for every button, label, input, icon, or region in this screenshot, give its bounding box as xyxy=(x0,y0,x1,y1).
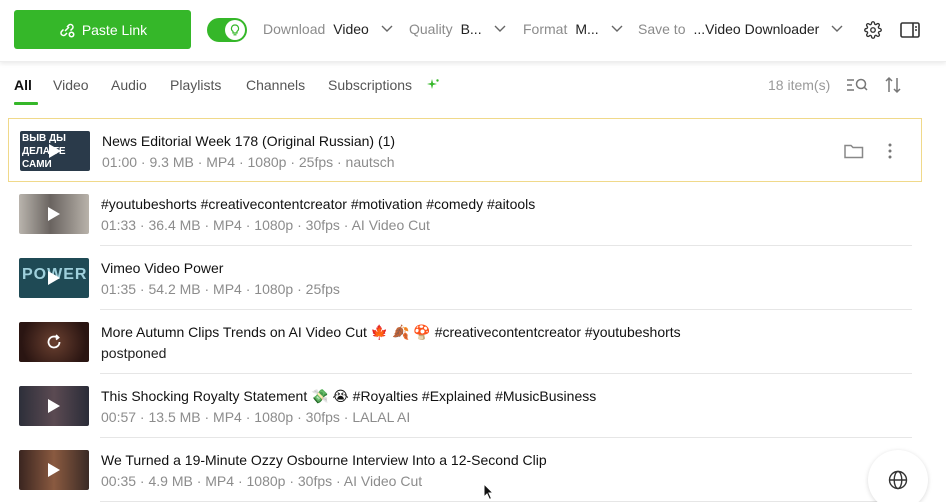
folder-icon[interactable] xyxy=(844,141,864,161)
item-meta: 01:00 · 9.3 MB · MP4 · 1080p · 25fps · n… xyxy=(102,154,395,170)
active-tab-indicator xyxy=(14,102,38,105)
tab-audio[interactable]: Audio xyxy=(111,77,147,93)
item-title: #youtubeshorts #creativecontentcreator #… xyxy=(101,196,536,212)
search-list-icon[interactable] xyxy=(846,75,868,95)
smart-mode-toggle[interactable] xyxy=(207,18,247,42)
tab-playlists[interactable]: Playlists xyxy=(170,77,221,93)
paste-link-button[interactable]: Paste Link xyxy=(14,10,191,49)
retry-icon xyxy=(47,334,61,349)
chevron-down-icon xyxy=(494,25,506,33)
lightbulb-icon xyxy=(225,20,245,40)
list-item[interactable]: We Turned a 19-Minute Ozzy Osbourne Inte… xyxy=(8,438,922,502)
format-value: M... xyxy=(575,21,599,37)
quality-dropdown[interactable]: Quality B... xyxy=(409,21,506,37)
play-icon xyxy=(48,207,60,221)
item-title: This Shocking Royalty Statement 💸 😭 #Roy… xyxy=(101,388,597,404)
sparkle-icon xyxy=(426,78,440,92)
video-thumbnail xyxy=(19,194,89,234)
item-title: More Autumn Clips Trends on AI Video Cut… xyxy=(101,324,681,340)
chevron-down-icon xyxy=(381,25,393,33)
download-value: Video xyxy=(333,21,369,37)
tab-subscriptions[interactable]: Subscriptions xyxy=(328,77,412,93)
list-item[interactable]: More Autumn Clips Trends on AI Video Cut… xyxy=(8,310,922,374)
format-dropdown[interactable]: Format M... xyxy=(523,21,623,37)
format-label: Format xyxy=(523,21,568,37)
save-to-dropdown[interactable]: Save to ...Video Downloader xyxy=(638,21,843,37)
tab-video[interactable]: Video xyxy=(53,77,89,93)
tab-channels[interactable]: Channels xyxy=(246,77,305,93)
more-options-icon[interactable] xyxy=(880,141,900,161)
save-to-value: ...Video Downloader xyxy=(693,21,820,37)
video-thumbnail: ВЫВ ДЫ ДЕЛА ТЕ САМИ xyxy=(20,131,90,171)
language-globe-button[interactable] xyxy=(868,450,928,502)
quality-value: B... xyxy=(460,21,482,37)
video-thumbnail xyxy=(19,322,89,362)
item-title: Vimeo Video Power xyxy=(101,260,224,276)
list-item[interactable]: POWER Vimeo Video Power 01:35 · 54.2 MB … xyxy=(8,246,922,310)
play-icon xyxy=(48,463,60,477)
list-item[interactable]: ВЫВ ДЫ ДЕЛА ТЕ САМИ News Editorial Week … xyxy=(8,118,922,182)
list-item[interactable]: #youtubeshorts #creativecontentcreator #… xyxy=(8,182,922,246)
play-icon xyxy=(48,399,60,413)
globe-icon xyxy=(888,470,908,490)
item-meta: 01:33 · 36.4 MB · MP4 · 1080p · 30fps · … xyxy=(101,217,430,233)
play-icon xyxy=(49,144,61,158)
category-tabs: All Video Audio Playlists Channels Subsc… xyxy=(0,62,946,108)
item-count: 18 item(s) xyxy=(768,77,831,93)
chevron-down-icon xyxy=(831,25,843,33)
item-title: News Editorial Week 178 (Original Russia… xyxy=(102,133,396,149)
mouse-cursor-icon xyxy=(483,483,495,501)
paste-link-label: Paste Link xyxy=(81,21,148,38)
item-status: postponed xyxy=(101,345,167,361)
quality-label: Quality xyxy=(409,21,453,37)
download-type-dropdown[interactable]: Download Video xyxy=(263,21,393,37)
sidebar-panel-icon[interactable] xyxy=(900,20,920,40)
link-plus-icon xyxy=(58,21,76,39)
video-thumbnail xyxy=(19,450,89,490)
item-meta: 00:35 · 4.9 MB · MP4 · 1080p · 30fps · A… xyxy=(101,473,423,489)
item-title: We Turned a 19-Minute Ozzy Osbourne Inte… xyxy=(101,452,547,468)
play-icon xyxy=(48,271,60,285)
video-thumbnail: POWER xyxy=(19,258,89,298)
toolbar: Paste Link Download Video Quality B... F… xyxy=(0,0,946,62)
chevron-down-icon xyxy=(611,25,623,33)
sort-icon[interactable] xyxy=(882,75,904,95)
list-item[interactable]: This Shocking Royalty Statement 💸 😭 #Roy… xyxy=(8,374,922,438)
item-meta: 01:35 · 54.2 MB · MP4 · 1080p · 25fps xyxy=(101,281,340,297)
download-label: Download xyxy=(263,21,326,37)
video-thumbnail xyxy=(19,386,89,426)
item-meta: 00:57 · 13.5 MB · MP4 · 1080p · 30fps · … xyxy=(101,409,411,425)
settings-gear-icon[interactable] xyxy=(863,20,883,40)
tab-all[interactable]: All xyxy=(14,77,32,93)
save-to-label: Save to xyxy=(638,21,686,37)
